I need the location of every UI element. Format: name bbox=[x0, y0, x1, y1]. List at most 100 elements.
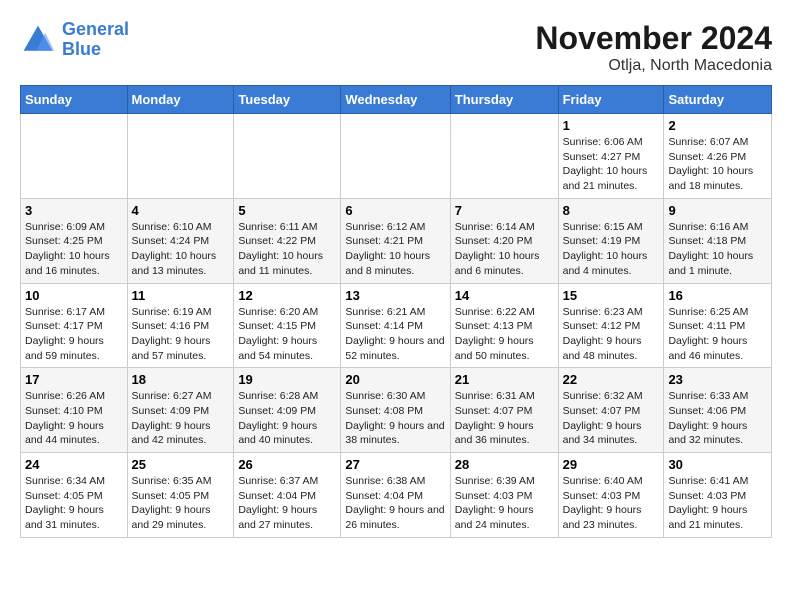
day-info: Sunrise: 6:20 AM Sunset: 4:15 PM Dayligh… bbox=[238, 305, 336, 364]
calendar-cell: 26 Sunrise: 6:37 AM Sunset: 4:04 PM Dayli… bbox=[234, 453, 341, 538]
calendar-cell: 1Sunrise: 6:06 AM Sunset: 4:27 PM Daylig… bbox=[558, 114, 664, 199]
day-info: Sunrise: 6:30 AM Sunset: 4:08 PM Dayligh… bbox=[345, 389, 445, 448]
day-info: Sunrise: 6:11 AM Sunset: 4:22 PM Dayligh… bbox=[238, 220, 336, 279]
calendar-cell: 21 Sunrise: 6:31 AM Sunset: 4:07 PM Dayli… bbox=[450, 368, 558, 453]
day-number: 17 bbox=[25, 372, 123, 387]
calendar-cell bbox=[127, 114, 234, 199]
calendar-cell: 8 Sunrise: 6:15 AM Sunset: 4:19 PM Daylig… bbox=[558, 198, 664, 283]
calendar-cell bbox=[234, 114, 341, 199]
day-number: 26 bbox=[238, 457, 336, 472]
day-info: Sunrise: 6:10 AM Sunset: 4:24 PM Dayligh… bbox=[132, 220, 230, 279]
calendar-cell: 3Sunrise: 6:09 AM Sunset: 4:25 PM Daylig… bbox=[21, 198, 128, 283]
day-number: 28 bbox=[455, 457, 554, 472]
day-number: 22 bbox=[563, 372, 660, 387]
page-header: General Blue November 2024 Otlja, North … bbox=[20, 20, 772, 75]
day-info: Sunrise: 6:14 AM Sunset: 4:20 PM Dayligh… bbox=[455, 220, 554, 279]
calendar-cell: 28 Sunrise: 6:39 AM Sunset: 4:03 PM Dayli… bbox=[450, 453, 558, 538]
calendar-cell: 9 Sunrise: 6:16 AM Sunset: 4:18 PM Daylig… bbox=[664, 198, 772, 283]
calendar-cell: 11Sunrise: 6:19 AM Sunset: 4:16 PM Dayli… bbox=[127, 283, 234, 368]
calendar-cell bbox=[450, 114, 558, 199]
calendar-cell: 27Sunrise: 6:38 AM Sunset: 4:04 PM Dayli… bbox=[341, 453, 450, 538]
calendar-cell: 19 Sunrise: 6:28 AM Sunset: 4:09 PM Dayli… bbox=[234, 368, 341, 453]
day-number: 13 bbox=[345, 288, 445, 303]
day-number: 14 bbox=[455, 288, 554, 303]
weekday-header: Thursday bbox=[450, 86, 558, 114]
day-number: 21 bbox=[455, 372, 554, 387]
day-number: 11 bbox=[132, 288, 230, 303]
day-number: 24 bbox=[25, 457, 123, 472]
day-info: Sunrise: 6:28 AM Sunset: 4:09 PM Dayligh… bbox=[238, 389, 336, 448]
day-number: 20 bbox=[345, 372, 445, 387]
logo-text: General Blue bbox=[62, 20, 129, 60]
calendar-cell: 24 Sunrise: 6:34 AM Sunset: 4:05 PM Dayli… bbox=[21, 453, 128, 538]
weekday-header: Tuesday bbox=[234, 86, 341, 114]
weekday-header: Wednesday bbox=[341, 86, 450, 114]
day-info: Sunrise: 6:23 AM Sunset: 4:12 PM Dayligh… bbox=[563, 305, 660, 364]
day-number: 2 bbox=[668, 118, 767, 133]
calendar-cell: 5 Sunrise: 6:11 AM Sunset: 4:22 PM Daylig… bbox=[234, 198, 341, 283]
day-number: 9 bbox=[668, 203, 767, 218]
day-info: Sunrise: 6:32 AM Sunset: 4:07 PM Dayligh… bbox=[563, 389, 660, 448]
calendar-cell: 14 Sunrise: 6:22 AM Sunset: 4:13 PM Dayli… bbox=[450, 283, 558, 368]
calendar-week-row: 3Sunrise: 6:09 AM Sunset: 4:25 PM Daylig… bbox=[21, 198, 772, 283]
day-info: Sunrise: 6:07 AM Sunset: 4:26 PM Dayligh… bbox=[668, 135, 767, 194]
day-info: Sunrise: 6:34 AM Sunset: 4:05 PM Dayligh… bbox=[25, 474, 123, 533]
day-number: 30 bbox=[668, 457, 767, 472]
calendar-cell: 4 Sunrise: 6:10 AM Sunset: 4:24 PM Daylig… bbox=[127, 198, 234, 283]
day-info: Sunrise: 6:37 AM Sunset: 4:04 PM Dayligh… bbox=[238, 474, 336, 533]
calendar-cell bbox=[21, 114, 128, 199]
day-number: 27 bbox=[345, 457, 445, 472]
day-number: 15 bbox=[563, 288, 660, 303]
day-number: 4 bbox=[132, 203, 230, 218]
weekday-header: Saturday bbox=[664, 86, 772, 114]
day-number: 19 bbox=[238, 372, 336, 387]
day-info: Sunrise: 6:41 AM Sunset: 4:03 PM Dayligh… bbox=[668, 474, 767, 533]
calendar-cell: 17 Sunrise: 6:26 AM Sunset: 4:10 PM Dayli… bbox=[21, 368, 128, 453]
day-info: Sunrise: 6:27 AM Sunset: 4:09 PM Dayligh… bbox=[132, 389, 230, 448]
day-info: Sunrise: 6:15 AM Sunset: 4:19 PM Dayligh… bbox=[563, 220, 660, 279]
title-block: November 2024 Otlja, North Macedonia bbox=[535, 20, 772, 75]
calendar-cell: 30 Sunrise: 6:41 AM Sunset: 4:03 PM Dayli… bbox=[664, 453, 772, 538]
day-number: 1 bbox=[563, 118, 660, 133]
day-number: 7 bbox=[455, 203, 554, 218]
day-info: Sunrise: 6:12 AM Sunset: 4:21 PM Dayligh… bbox=[345, 220, 445, 279]
weekday-header: Friday bbox=[558, 86, 664, 114]
month-title: November 2024 bbox=[535, 20, 772, 57]
calendar-cell: 16 Sunrise: 6:25 AM Sunset: 4:11 PM Dayli… bbox=[664, 283, 772, 368]
calendar-table: SundayMondayTuesdayWednesdayThursdayFrid… bbox=[20, 85, 772, 538]
calendar-header-row: SundayMondayTuesdayWednesdayThursdayFrid… bbox=[21, 86, 772, 114]
calendar-cell: 29 Sunrise: 6:40 AM Sunset: 4:03 PM Dayli… bbox=[558, 453, 664, 538]
calendar-cell: 20 Sunrise: 6:30 AM Sunset: 4:08 PM Dayli… bbox=[341, 368, 450, 453]
day-number: 5 bbox=[238, 203, 336, 218]
day-number: 10 bbox=[25, 288, 123, 303]
calendar-cell: 15 Sunrise: 6:23 AM Sunset: 4:12 PM Dayli… bbox=[558, 283, 664, 368]
calendar-cell: 22 Sunrise: 6:32 AM Sunset: 4:07 PM Dayli… bbox=[558, 368, 664, 453]
day-number: 16 bbox=[668, 288, 767, 303]
weekday-header: Sunday bbox=[21, 86, 128, 114]
day-info: Sunrise: 6:33 AM Sunset: 4:06 PM Dayligh… bbox=[668, 389, 767, 448]
calendar-cell: 23 Sunrise: 6:33 AM Sunset: 4:06 PM Dayli… bbox=[664, 368, 772, 453]
day-info: Sunrise: 6:21 AM Sunset: 4:14 PM Dayligh… bbox=[345, 305, 445, 364]
calendar-week-row: 1Sunrise: 6:06 AM Sunset: 4:27 PM Daylig… bbox=[21, 114, 772, 199]
day-number: 8 bbox=[563, 203, 660, 218]
calendar-cell: 7 Sunrise: 6:14 AM Sunset: 4:20 PM Daylig… bbox=[450, 198, 558, 283]
day-number: 23 bbox=[668, 372, 767, 387]
calendar-week-row: 10Sunrise: 6:17 AM Sunset: 4:17 PM Dayli… bbox=[21, 283, 772, 368]
day-number: 25 bbox=[132, 457, 230, 472]
day-info: Sunrise: 6:22 AM Sunset: 4:13 PM Dayligh… bbox=[455, 305, 554, 364]
calendar-cell: 12Sunrise: 6:20 AM Sunset: 4:15 PM Dayli… bbox=[234, 283, 341, 368]
day-info: Sunrise: 6:16 AM Sunset: 4:18 PM Dayligh… bbox=[668, 220, 767, 279]
calendar-cell: 10Sunrise: 6:17 AM Sunset: 4:17 PM Dayli… bbox=[21, 283, 128, 368]
weekday-header: Monday bbox=[127, 86, 234, 114]
day-info: Sunrise: 6:26 AM Sunset: 4:10 PM Dayligh… bbox=[25, 389, 123, 448]
day-info: Sunrise: 6:25 AM Sunset: 4:11 PM Dayligh… bbox=[668, 305, 767, 364]
day-number: 18 bbox=[132, 372, 230, 387]
day-info: Sunrise: 6:39 AM Sunset: 4:03 PM Dayligh… bbox=[455, 474, 554, 533]
calendar-cell: 2 Sunrise: 6:07 AM Sunset: 4:26 PM Daylig… bbox=[664, 114, 772, 199]
day-info: Sunrise: 6:09 AM Sunset: 4:25 PM Dayligh… bbox=[25, 220, 123, 279]
day-number: 29 bbox=[563, 457, 660, 472]
day-info: Sunrise: 6:40 AM Sunset: 4:03 PM Dayligh… bbox=[563, 474, 660, 533]
calendar-cell: 25Sunrise: 6:35 AM Sunset: 4:05 PM Dayli… bbox=[127, 453, 234, 538]
calendar-week-row: 24 Sunrise: 6:34 AM Sunset: 4:05 PM Dayli… bbox=[21, 453, 772, 538]
day-info: Sunrise: 6:31 AM Sunset: 4:07 PM Dayligh… bbox=[455, 389, 554, 448]
